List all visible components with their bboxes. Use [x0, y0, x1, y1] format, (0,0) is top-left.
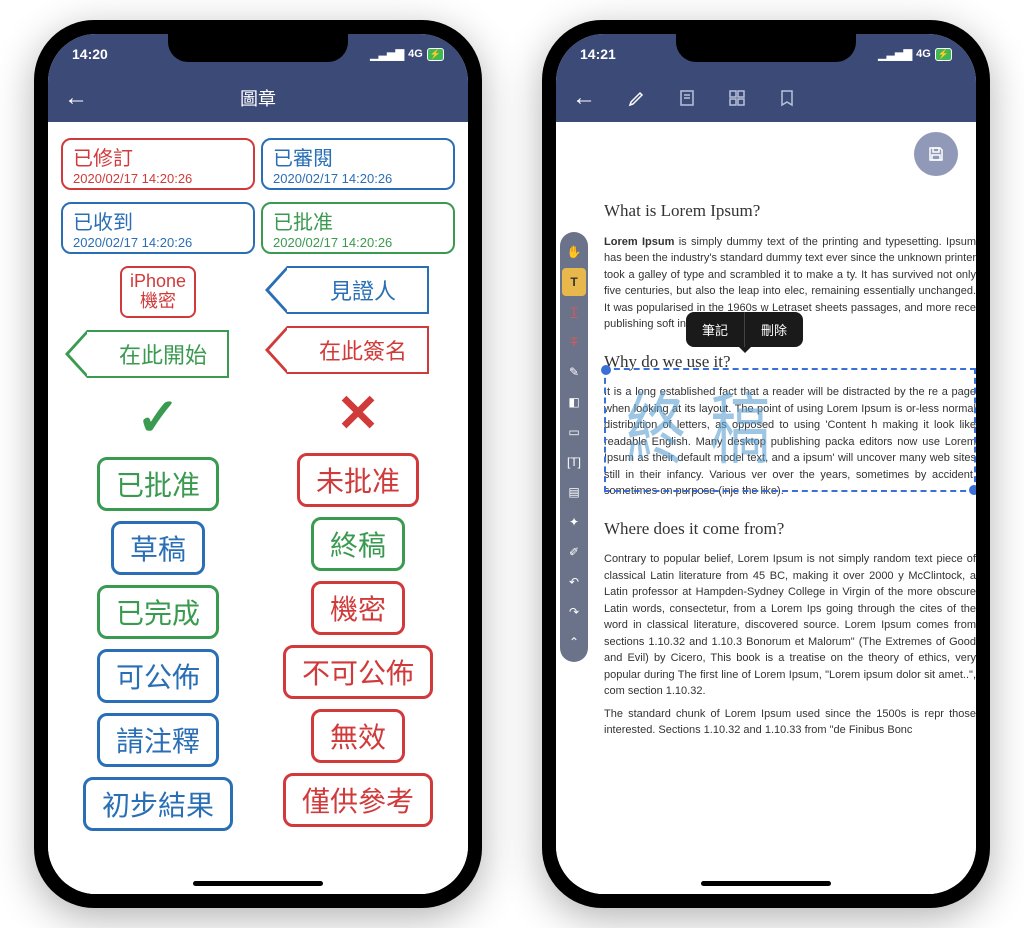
context-note[interactable]: 筆記 — [686, 312, 745, 347]
stamp-final[interactable]: 終稿 — [311, 517, 405, 571]
header: ← — [556, 74, 976, 122]
stamp-confidential-iphone[interactable]: iPhone 機密 — [120, 266, 196, 318]
tool-rect[interactable]: ▭ — [562, 418, 586, 446]
stamps-content: 已修訂 2020/02/17 14:20:26 已收到 2020/02/17 1… — [48, 122, 468, 894]
back-icon[interactable]: ← — [64, 84, 88, 112]
tool-text-highlight[interactable]: T — [562, 268, 586, 296]
paragraph-4: The standard chunk of Lorem Ipsum used s… — [604, 706, 976, 739]
header: ← 圖章 — [48, 74, 468, 122]
stamp-not-publishable[interactable]: 不可公佈 — [283, 645, 433, 699]
selection-handle[interactable] — [601, 365, 611, 375]
stamp-confidential[interactable]: 機密 — [311, 581, 405, 635]
network-label: 4G — [916, 48, 931, 60]
page-icon[interactable] — [676, 87, 698, 109]
checkmark-icon[interactable]: ✓ — [136, 388, 180, 448]
save-button[interactable] — [914, 132, 958, 176]
arrow-start-here[interactable]: 在此開始 — [87, 330, 229, 378]
tool-pencil[interactable]: ✎ — [562, 358, 586, 386]
document-body: What is Lorem Ipsum? Lorem Ipsum is simp… — [556, 122, 976, 894]
tool-stamp[interactable]: ✦ — [562, 508, 586, 536]
tool-text-underline[interactable]: T — [562, 298, 586, 326]
notch — [676, 34, 856, 62]
notch — [168, 34, 348, 62]
stamp-reference-only[interactable]: 僅供參考 — [283, 773, 433, 827]
stamp-preliminary[interactable]: 初步結果 — [83, 777, 233, 831]
home-indicator[interactable] — [193, 881, 323, 886]
tool-brush[interactable]: ✐ — [562, 538, 586, 566]
stamp-not-approved[interactable]: 未批准 — [297, 453, 419, 507]
paragraph-3: Contrary to popular belief, Lorem Ipsum … — [604, 551, 976, 700]
signal-icon: ▁▃▅▇ — [370, 48, 404, 61]
battery-icon: ⚡ — [427, 48, 444, 61]
tool-eraser[interactable]: ◧ — [562, 388, 586, 416]
status-time: 14:21 — [580, 46, 616, 62]
arrow-sign-here[interactable]: 在此簽名 — [287, 326, 429, 374]
cross-icon[interactable]: ✕ — [336, 384, 380, 444]
context-menu: 筆記 刪除 — [686, 312, 803, 347]
context-delete[interactable]: 刪除 — [745, 312, 803, 347]
tool-comment[interactable]: ▤ — [562, 478, 586, 506]
stamp-reviewed[interactable]: 已審閱 2020/02/17 14:20:26 — [261, 138, 455, 190]
selection-handle[interactable] — [969, 485, 976, 495]
stamp-approved[interactable]: 已批准 — [97, 457, 219, 511]
back-icon[interactable]: ← — [572, 84, 596, 112]
grid-icon[interactable] — [726, 87, 748, 109]
stamp-revised[interactable]: 已修訂 2020/02/17 14:20:26 — [61, 138, 255, 190]
phone-mockup-stamps: 14:20 ▁▃▅▇ 4G ⚡ ← 圖章 已修訂 2020/02/17 14:2… — [34, 20, 482, 908]
annotation-toolbar: ✋ T T T ✎ ◧ ▭ [T] ▤ ✦ ✐ ↶ ↷ ⌃ — [560, 232, 588, 662]
stamp-publishable[interactable]: 可公佈 — [97, 649, 219, 703]
battery-icon: ⚡ — [935, 48, 952, 61]
stamp-void[interactable]: 無效 — [311, 709, 405, 763]
tool-textbox[interactable]: [T] — [562, 448, 586, 476]
tool-redo[interactable]: ↷ — [562, 598, 586, 626]
document-content[interactable]: ✋ T T T ✎ ◧ ▭ [T] ▤ ✦ ✐ ↶ ↷ ⌃ 筆記 刪除 — [556, 122, 976, 894]
heading-3: Where does it come from? — [604, 516, 976, 542]
phone-mockup-document: 14:21 ▁▃▅▇ 4G ⚡ ← ✋ T T — [542, 20, 990, 908]
selection-box[interactable] — [604, 368, 976, 492]
heading-1: What is Lorem Ipsum? — [604, 198, 976, 224]
stamp-completed[interactable]: 已完成 — [97, 585, 219, 639]
status-right: ▁▃▅▇ 4G ⚡ — [370, 48, 444, 61]
arrow-witness[interactable]: 見證人 — [287, 266, 429, 314]
stamp-please-annotate[interactable]: 請注釋 — [97, 713, 219, 767]
stamp-approved-ts[interactable]: 已批准 2020/02/17 14:20:26 — [261, 202, 455, 254]
status-right: ▁▃▅▇ 4G ⚡ — [878, 48, 952, 61]
page-title: 圖章 — [240, 85, 276, 111]
stamp-received[interactable]: 已收到 2020/02/17 14:20:26 — [61, 202, 255, 254]
stamp-draft[interactable]: 草稿 — [111, 521, 205, 575]
home-indicator[interactable] — [701, 881, 831, 886]
tool-collapse[interactable]: ⌃ — [562, 628, 586, 656]
pen-icon[interactable] — [626, 87, 648, 109]
network-label: 4G — [408, 48, 423, 60]
tool-undo[interactable]: ↶ — [562, 568, 586, 596]
bookmark-icon[interactable] — [776, 87, 798, 109]
tool-hand[interactable]: ✋ — [562, 238, 586, 266]
status-time: 14:20 — [72, 46, 108, 62]
tool-text-strike[interactable]: T — [562, 328, 586, 356]
signal-icon: ▁▃▅▇ — [878, 48, 912, 61]
